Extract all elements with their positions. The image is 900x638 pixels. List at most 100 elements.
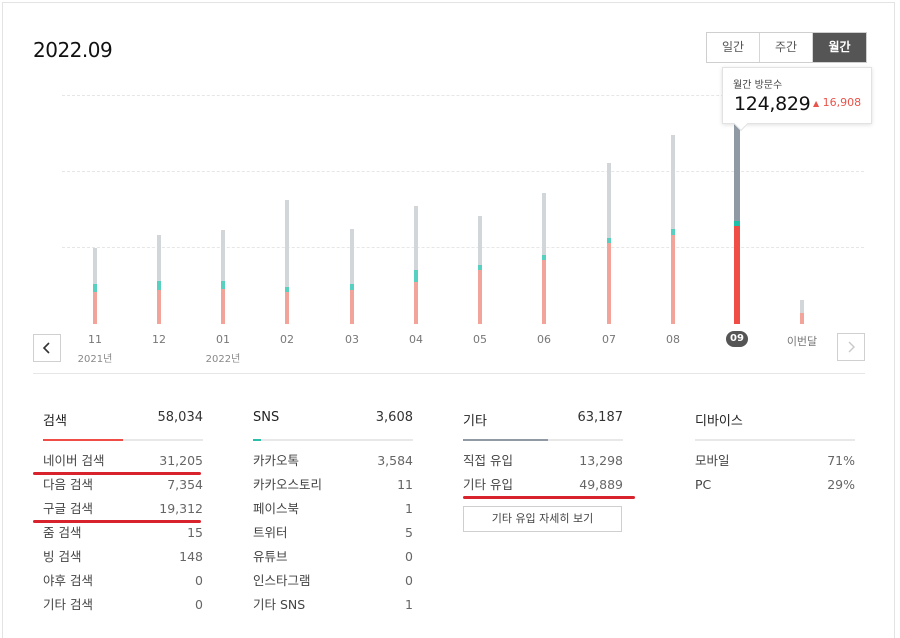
list-item-value: 15: [187, 525, 203, 540]
x-tick-label[interactable]: 05: [450, 333, 510, 346]
bar-sns-segment[interactable]: [221, 281, 225, 289]
bar-other-segment[interactable]: [607, 162, 611, 238]
other-inflow-detail-button[interactable]: 기타 유입 자세히 보기: [463, 506, 622, 532]
list-item-label: 카카오톡: [253, 453, 300, 468]
highlight-underline: [33, 520, 201, 523]
bar-sns-segment[interactable]: [478, 264, 482, 270]
list-item-label: 트위터: [253, 525, 288, 540]
bar-sns-segment[interactable]: [414, 269, 418, 282]
bar-sns-segment[interactable]: [671, 229, 675, 235]
list-item-label: 기타 검색: [43, 597, 93, 612]
bar-search-segment[interactable]: [478, 269, 482, 324]
bar-sns-segment[interactable]: [734, 220, 740, 227]
bar-search-segment[interactable]: [542, 260, 546, 324]
next-button[interactable]: [837, 333, 865, 361]
bar-other-segment[interactable]: [157, 235, 161, 282]
panel-share-fill: [253, 439, 261, 441]
bar-sns-segment[interactable]: [607, 237, 611, 244]
chevron-right-icon: [848, 341, 855, 353]
tooltip-value: 124,829: [734, 93, 811, 115]
bar-other-segment[interactable]: [414, 205, 418, 270]
bar-other-segment[interactable]: [478, 215, 482, 265]
bar-other-segment[interactable]: [285, 200, 289, 287]
highlight-underline: [463, 496, 635, 499]
bar-sns-segment[interactable]: [542, 255, 546, 261]
prev-button[interactable]: [33, 334, 61, 362]
list-item-label: 직접 유입: [463, 453, 513, 468]
tooltip-label: 월간 방문수: [733, 80, 783, 91]
panel-share-fill: [43, 439, 123, 441]
list-item: PC 29%: [695, 476, 855, 500]
visits-tooltip: 월간 방문수 124,829 ▲ 16,908: [722, 67, 872, 132]
panel-title: 디바이스: [695, 414, 743, 429]
bar-search-segment[interactable]: [734, 226, 740, 324]
bar-search-segment[interactable]: [221, 288, 225, 324]
list-item: 유튜브 0: [253, 548, 413, 572]
list-item: 카카오톡 3,584: [253, 452, 413, 476]
bar-other-segment[interactable]: [800, 300, 804, 314]
list-item-value: 13,298: [579, 453, 623, 468]
x-tick-label[interactable]: 07: [579, 333, 639, 346]
bar-search-segment[interactable]: [285, 291, 289, 324]
panel-title: SNS: [253, 410, 280, 425]
list-item: 직접 유입 13,298: [463, 452, 623, 476]
gridline: [62, 247, 864, 248]
section-divider: [33, 373, 865, 374]
bar-other-segment[interactable]: [350, 228, 354, 284]
tooltip-delta-value: 16,908: [822, 96, 862, 109]
x-tick-label[interactable]: 01: [193, 333, 253, 346]
x-tick-label[interactable]: 02: [257, 333, 317, 346]
bar-other-segment[interactable]: [542, 192, 546, 256]
list-item: 줌 검색 15: [43, 524, 203, 548]
sns-panel: SNS 3,608 카카오톡 3,584 카카오스토리 11 페이스북 1 트위터 5 유튜브 0 인스…: [253, 410, 413, 620]
other-panel: 기타 63,187 직접 유입 13,298 기타 유입 49,889 기타 유입 자세히 …: [463, 410, 623, 532]
list-item: 트위터 5: [253, 524, 413, 548]
list-item: 다음 검색 7,354: [43, 476, 203, 500]
list-item-value: 0: [195, 573, 203, 588]
list-item-label: 인스타그램: [253, 573, 311, 588]
panel-total: 3,608: [375, 410, 413, 425]
bar-search-segment[interactable]: [671, 234, 675, 324]
panel-share-bar: [253, 439, 413, 441]
x-tick-label-selected[interactable]: 09: [726, 331, 748, 347]
list-item-label: 페이스북: [253, 501, 300, 516]
list-item: 카카오스토리 11: [253, 476, 413, 500]
up-triangle-icon: ▲: [813, 99, 820, 108]
bar-search-segment[interactable]: [350, 289, 354, 324]
panel-header: 검색 58,034: [43, 410, 203, 430]
bar-search-segment[interactable]: [414, 282, 418, 324]
list-item-label: 줌 검색: [43, 525, 82, 540]
device-panel: 디바이스 모바일 71% PC 29%: [695, 410, 855, 500]
list-item-value: 3,584: [377, 453, 413, 468]
bar-sns-segment[interactable]: [350, 283, 354, 290]
list-item: 기타 검색 0: [43, 596, 203, 620]
x-tick-label[interactable]: 11: [65, 333, 125, 346]
panel-share-bar: [695, 439, 855, 441]
list-item-value: 7,354: [167, 477, 203, 492]
visits-bar-chart: 11 2021년 12 01 2022년 02 03 04 05 06 07 08 09 이번달: [0, 0, 900, 380]
bar-sns-segment[interactable]: [285, 286, 289, 292]
panel-header: SNS 3,608: [253, 410, 413, 430]
bar-search-segment[interactable]: [93, 292, 97, 324]
panel-share-bar: [43, 439, 203, 441]
bar-search-segment[interactable]: [800, 313, 804, 324]
bar-search-segment[interactable]: [607, 243, 611, 324]
bar-sns-segment[interactable]: [93, 283, 97, 293]
list-item: 페이스북 1: [253, 500, 413, 524]
x-tick-label[interactable]: 03: [322, 333, 382, 346]
bar-other-segment[interactable]: [221, 230, 225, 282]
panel-total: 63,187: [577, 410, 624, 425]
list-item: 빙 검색 148: [43, 548, 203, 572]
x-tick-label[interactable]: 이번달: [772, 333, 832, 349]
x-tick-label[interactable]: 08: [643, 333, 703, 346]
bar-sns-segment[interactable]: [157, 281, 161, 290]
bar-search-segment[interactable]: [157, 289, 161, 324]
bar-other-segment[interactable]: [671, 135, 675, 230]
x-tick-label[interactable]: 06: [514, 333, 574, 346]
list-item-value: 11: [397, 477, 413, 492]
x-tick-label[interactable]: 12: [129, 333, 189, 346]
list-item-label: 유튜브: [253, 549, 288, 564]
bar-other-segment[interactable]: [93, 247, 97, 284]
x-tick-label[interactable]: 04: [386, 333, 446, 346]
list-item: 야후 검색 0: [43, 572, 203, 596]
